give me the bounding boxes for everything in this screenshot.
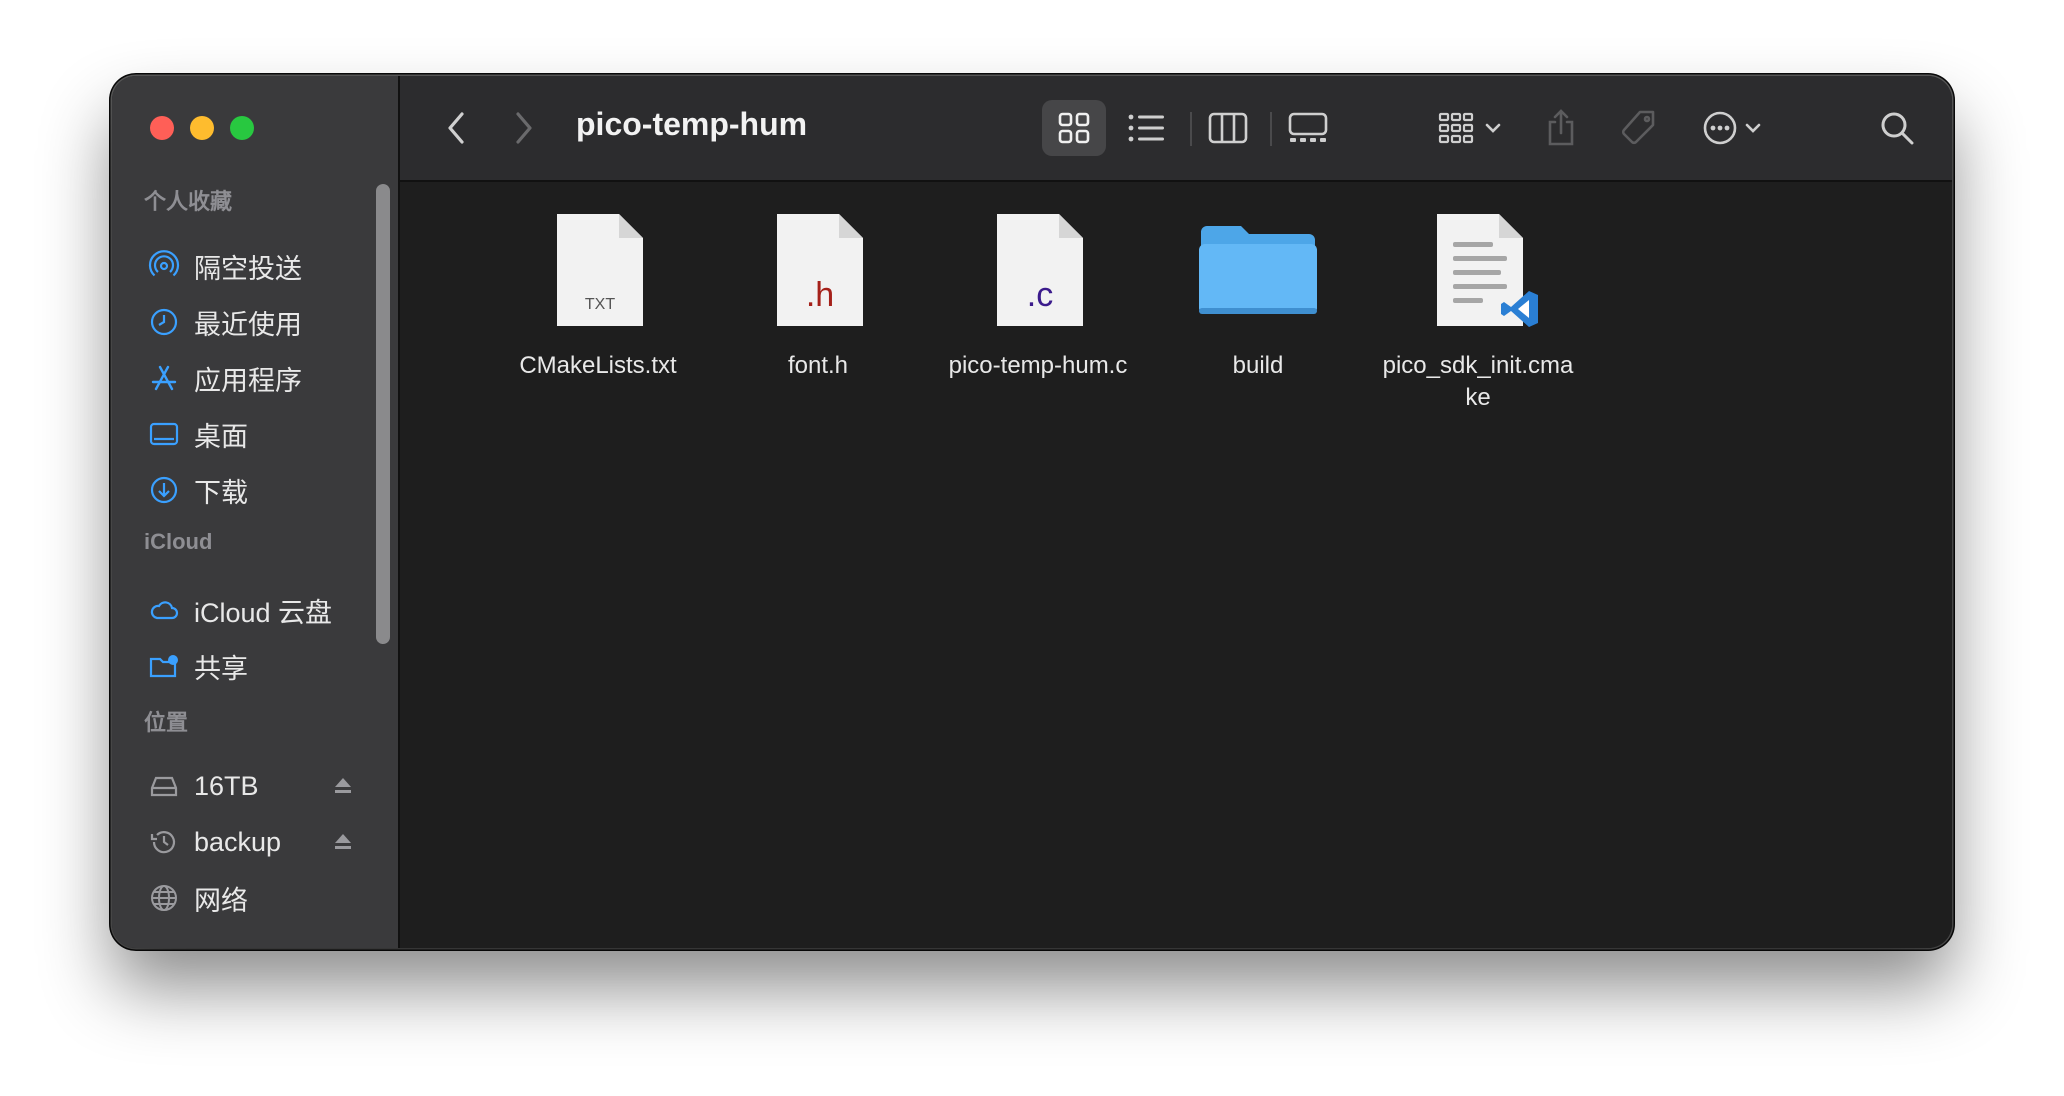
sidebar-item-airdrop[interactable]: 隔空投送 (148, 246, 368, 286)
file-name: build (1232, 352, 1284, 379)
list-view-button[interactable] (1116, 100, 1176, 156)
finder-window: 个人收藏 隔空投送 最近使用 应用程序 桌面 下载 iCloud iCloud … (112, 76, 1952, 948)
drive-icon (148, 770, 180, 802)
back-icon (448, 112, 464, 144)
file-browser: TXT CMakeLists.txt .h font.h .c pico-tem… (400, 182, 1952, 948)
search-button[interactable] (1872, 100, 1922, 156)
file-name: font.h (787, 352, 849, 379)
gallery-view-icon (1288, 112, 1328, 142)
sidebar-item-backup[interactable]: backup (148, 822, 368, 862)
file-item-pico-sdk-init[interactable]: pico_sdk_init.cma ke (1368, 204, 1588, 414)
zoom-button[interactable] (230, 116, 254, 140)
folder-icon (1193, 204, 1323, 334)
airdrop-icon (148, 250, 180, 282)
sidebar-item-icloud-drive[interactable]: iCloud 云盘 (148, 590, 368, 630)
chevron-down-icon (1485, 123, 1501, 133)
window-controls (150, 116, 254, 140)
sidebar-item-label: 下载 (194, 477, 248, 508)
column-view-icon (1208, 112, 1248, 144)
group-icon (1438, 112, 1474, 144)
sidebar-item-16tb[interactable]: 16TB (148, 766, 368, 806)
download-icon (148, 474, 180, 506)
file-item-build[interactable]: build (1148, 204, 1368, 382)
sidebar-item-label: 16TB (194, 770, 259, 801)
locations-header: 位置 (144, 710, 189, 735)
file-name: pico_sdk_init.cma ke (1382, 352, 1574, 411)
toolbar-divider (1190, 112, 1192, 146)
share-button[interactable] (1536, 100, 1586, 156)
forward-icon (516, 112, 532, 144)
file-name: pico-temp-hum.c (948, 352, 1128, 379)
vscode-icon (1501, 291, 1538, 327)
sidebar-item-label: 桌面 (194, 421, 248, 452)
sidebar-item-applications[interactable]: 应用程序 (148, 358, 368, 398)
desktop-icon (148, 418, 180, 450)
file-badge: TXT (584, 296, 616, 313)
vscode-document-icon (1413, 204, 1543, 334)
column-view-button[interactable] (1198, 100, 1258, 156)
eject-icon[interactable] (332, 831, 354, 853)
icloud-header: iCloud (144, 529, 213, 554)
tag-button[interactable] (1610, 100, 1666, 156)
sidebar-item-recents[interactable]: 最近使用 (148, 302, 368, 342)
list-view-icon (1128, 114, 1164, 142)
sidebar-item-label: 最近使用 (194, 309, 302, 340)
sidebar-item-shared[interactable]: 共享 (148, 646, 368, 686)
window-title: pico-temp-hum (576, 106, 808, 142)
back-button[interactable] (436, 100, 476, 156)
more-icon (1703, 111, 1737, 145)
sidebar-scrollbar[interactable] (376, 184, 390, 644)
search-icon (1881, 112, 1914, 145)
clock-icon (148, 306, 180, 338)
toolbar-divider (1270, 112, 1272, 146)
network-icon (148, 882, 180, 914)
sidebar-item-label: iCloud 云盘 (194, 597, 333, 628)
header-file-icon: .h (753, 204, 883, 334)
cloud-icon (148, 594, 180, 626)
sidebar-item-downloads[interactable]: 下载 (148, 470, 368, 510)
favorites-header: 个人收藏 (144, 189, 233, 214)
forward-button[interactable] (504, 100, 544, 156)
file-item-pico-temp-hum-c[interactable]: .c pico-temp-hum.c (928, 204, 1148, 382)
icon-view-button[interactable] (1042, 100, 1106, 156)
chevron-down-icon (1745, 123, 1761, 133)
tag-icon (1621, 110, 1655, 145)
c-source-file-icon: .c (973, 204, 1103, 334)
text-file-icon: TXT (533, 204, 663, 334)
gallery-view-button[interactable] (1276, 100, 1340, 156)
share-icon (1548, 109, 1574, 146)
sidebar: 个人收藏 隔空投送 最近使用 应用程序 桌面 下载 iCloud iCloud … (112, 76, 400, 948)
sidebar-item-label: 隔空投送 (194, 253, 302, 284)
close-button[interactable] (150, 116, 174, 140)
more-button[interactable] (1694, 100, 1770, 156)
icon-view-icon (1058, 112, 1090, 144)
file-item-font-h[interactable]: .h font.h (708, 204, 928, 382)
sidebar-item-label: backup (194, 826, 282, 857)
sidebar-item-desktop[interactable]: 桌面 (148, 414, 368, 454)
sidebar-item-label: 应用程序 (194, 365, 302, 396)
file-item-cmakelists[interactable]: TXT CMakeLists.txt (488, 204, 708, 382)
file-name: CMakeLists.txt (519, 352, 677, 379)
sidebar-item-label: 网络 (194, 885, 248, 916)
toolbar: pico-temp-hum (400, 76, 1952, 182)
time-machine-icon (148, 826, 180, 858)
applications-icon (148, 362, 180, 394)
minimize-button[interactable] (190, 116, 214, 140)
sidebar-item-network[interactable]: 网络 (148, 878, 368, 918)
eject-icon[interactable] (332, 775, 354, 797)
file-badge: .h (805, 276, 835, 314)
group-button[interactable] (1430, 100, 1510, 156)
shared-folder-icon (148, 650, 180, 682)
sidebar-item-label: 共享 (194, 653, 248, 684)
file-badge: .c (1026, 276, 1054, 314)
